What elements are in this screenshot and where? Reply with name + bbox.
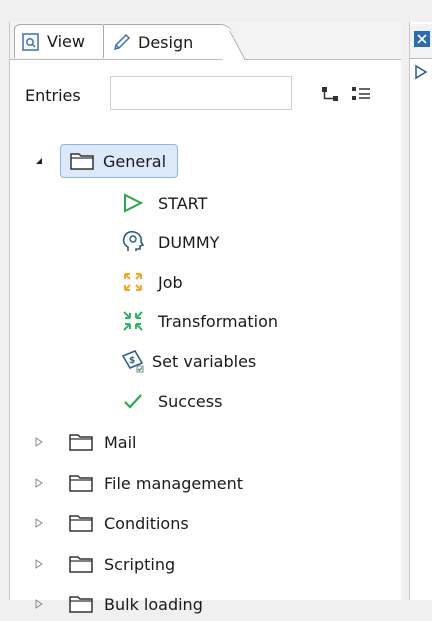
collapsed-triangle-icon: [35, 559, 43, 569]
view-icon: [22, 32, 39, 51]
svg-text:$: $: [129, 356, 135, 366]
tree-leaf-label: Job: [158, 272, 183, 292]
expand-toggle-conditions[interactable]: [32, 516, 46, 530]
tree-node-mail[interactable]: Mail: [68, 425, 137, 459]
run-triangle-icon[interactable]: [414, 64, 428, 80]
collapsed-triangle-icon: [35, 437, 43, 447]
tree-node-conditions[interactable]: Conditions: [68, 506, 189, 540]
folder-icon: [70, 153, 94, 170]
expand-toggle-bulk-loading[interactable]: [32, 597, 46, 611]
tree-leaf-set-variables[interactable]: $ Set variables: [120, 344, 256, 378]
entries-tree: General START DUMMY Job Transformation $…: [10, 128, 402, 614]
pencil-icon: [113, 33, 131, 51]
tab-design-label: Design: [138, 32, 194, 52]
entries-search-input[interactable]: [110, 76, 292, 110]
tree-leaf-label: DUMMY: [158, 232, 220, 252]
collapse-all-button[interactable]: [320, 84, 342, 104]
success-check-icon: [124, 394, 142, 409]
tree-node-label: File management: [104, 473, 244, 493]
tree-leaf-label: START: [158, 193, 208, 213]
canvas-tab-icon: [414, 31, 430, 47]
expand-toggle-scripting[interactable]: [32, 557, 46, 571]
expand-toggle-file-management[interactable]: [32, 476, 46, 490]
canvas-panel: [409, 22, 432, 600]
folder-icon: [69, 556, 93, 573]
canvas-tab[interactable]: [410, 24, 432, 59]
folder-icon: [69, 475, 93, 492]
list-view-icon: [352, 87, 370, 100]
folder-icon: [69, 434, 93, 451]
tree-node-label: Scripting: [104, 554, 176, 574]
collapsed-triangle-icon: [35, 518, 43, 528]
collapsed-triangle-icon: [35, 599, 43, 609]
transformation-arrows-icon: [123, 311, 143, 331]
expand-toggle-mail[interactable]: [32, 435, 46, 449]
dummy-head-icon: [122, 230, 145, 251]
tree-node-scripting[interactable]: Scripting: [68, 547, 175, 581]
start-triangle-icon: [124, 193, 144, 213]
tab-view[interactable]: View: [14, 24, 104, 58]
collapsed-triangle-icon: [35, 478, 43, 488]
entries-toolbar: Entries: [10, 60, 402, 128]
tree-leaf-transformation[interactable]: Transformation: [120, 304, 278, 338]
expanded-triangle-icon: [36, 158, 42, 164]
tree-leaf-dummy[interactable]: DUMMY: [120, 225, 219, 259]
expand-toggle-general[interactable]: [32, 154, 46, 168]
tree-node-label: Conditions: [104, 513, 189, 533]
tab-view-label: View: [47, 32, 85, 51]
tree-leaf-label: Set variables: [152, 351, 257, 371]
panel-splitter[interactable]: [401, 22, 409, 600]
tree-node-file-management[interactable]: File management: [68, 466, 243, 500]
tree-leaf-label: Transformation: [158, 311, 279, 331]
set-variables-icon: $: [121, 350, 144, 373]
entries-label: Entries: [25, 86, 81, 105]
tree-leaf-job[interactable]: Job: [120, 265, 183, 299]
expand-all-button[interactable]: [350, 84, 372, 104]
job-arrows-icon: [124, 273, 142, 291]
tree-node-general[interactable]: General: [60, 144, 178, 178]
panel-tabstrip: View Design: [10, 22, 402, 60]
tree-structure-icon: [322, 87, 338, 101]
tree-node-bulk-loading[interactable]: Bulk loading: [68, 587, 203, 621]
tree-leaf-start[interactable]: START: [120, 186, 207, 220]
tree-node-label: Bulk loading: [104, 594, 203, 614]
folder-icon: [69, 596, 93, 613]
tree-leaf-label: Success: [158, 391, 223, 411]
tree-node-label: Mail: [104, 432, 137, 452]
design-panel: View Design Entries General START DUMMY …: [9, 22, 403, 614]
tree-leaf-success[interactable]: Success: [120, 384, 222, 418]
tree-node-label: General: [103, 151, 167, 171]
folder-icon: [69, 515, 93, 532]
tab-design[interactable]: Design: [104, 24, 234, 59]
